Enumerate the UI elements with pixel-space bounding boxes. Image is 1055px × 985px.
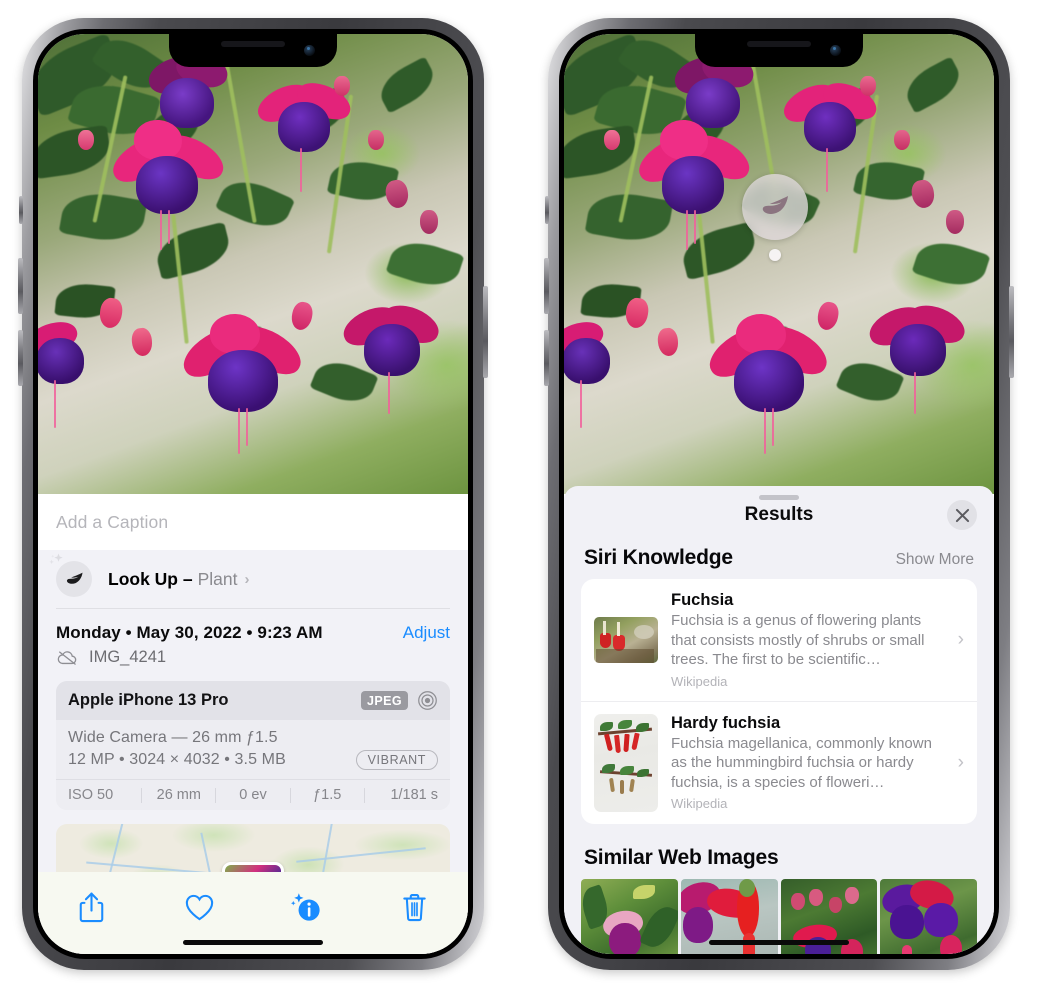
look-up-label: Look Up – (108, 568, 193, 589)
results-header: Results (564, 486, 994, 544)
leaf-icon (49, 553, 92, 597)
specs-line: 12 MP • 3024 × 4032 • 3.5 MB (68, 751, 286, 768)
photo-fuchsia-plant[interactable] (38, 34, 468, 494)
heart-icon (185, 894, 213, 920)
camera-badges: JPEG (361, 690, 438, 711)
trash-icon (403, 893, 426, 921)
knowledge-title: Hardy fuchsia (671, 713, 781, 732)
knowledge-thumbnail (594, 616, 658, 663)
knowledge-source: Wikipedia (671, 673, 728, 689)
specs-line-row: 12 MP • 3024 × 4032 • 3.5 MB VIBRANT (68, 750, 438, 770)
chevron-right-icon: › (244, 570, 250, 588)
knowledge-source: Wikipedia (671, 796, 728, 812)
earpiece-speaker (747, 41, 811, 47)
volume-up-button[interactable] (18, 258, 23, 314)
photo-date: Monday • May 30, 2022 • 9:23 AM (56, 623, 323, 642)
front-camera (304, 45, 315, 56)
side-power-button[interactable] (483, 286, 488, 378)
lens-line: Wide Camera — 26 mm ƒ1.5 (68, 729, 278, 746)
similar-image-item[interactable] (581, 878, 678, 954)
left-phone-bezel: Add a Caption Look Up – Plant › Monday •… (33, 29, 473, 959)
camera-info-card: Apple iPhone 13 Pro JPEG Wide Camera — 2… (56, 681, 450, 810)
close-icon (955, 508, 969, 522)
volume-down-button[interactable] (18, 330, 23, 386)
file-row: IMG_4241 (38, 643, 468, 667)
screenshot-stage: Add a Caption Look Up – Plant › Monday •… (0, 0, 1055, 985)
share-button[interactable] (69, 886, 115, 928)
knowledge-thumbnail (594, 713, 658, 812)
chevron-right-icon: › (957, 628, 964, 650)
info-sparkle-icon (291, 893, 320, 921)
exif-shutter: 1/181 s (390, 787, 439, 803)
siri-knowledge-header: Siri Knowledge Show More (564, 544, 994, 579)
volume-up-button[interactable] (544, 258, 549, 314)
close-button[interactable] (947, 500, 977, 530)
knowledge-row[interactable]: Hardy fuchsia Fuchsia magellanica, commo… (581, 700, 977, 824)
exif-focal: 26 mm (156, 787, 201, 803)
adjust-button[interactable]: Adjust (403, 623, 450, 643)
file-name: IMG_4241 (89, 648, 167, 666)
right-phone-screen: Results Siri Knowledge Show More Fuchsia… (564, 34, 994, 954)
camera-card-header: Apple iPhone 13 Pro JPEG (56, 681, 450, 720)
info-button[interactable] (284, 886, 330, 928)
siri-knowledge-title: Siri Knowledge (584, 546, 733, 569)
right-iphone-device: Results Siri Knowledge Show More Fuchsia… (544, 18, 1014, 970)
format-badge: JPEG (361, 691, 408, 710)
silent-switch[interactable] (545, 196, 549, 224)
date-row: Monday • May 30, 2022 • 9:23 AM Adjust (38, 609, 468, 643)
earpiece-speaker (221, 41, 285, 47)
camera-card-body: Wide Camera — 26 mm ƒ1.5 12 MP • 3024 × … (56, 720, 450, 779)
exif-row: ISO 50 26 mm 0 ev ƒ1.5 1/181 s (56, 779, 450, 810)
side-power-button[interactable] (1009, 286, 1014, 378)
knowledge-text: Hardy fuchsia Fuchsia magellanica, commo… (671, 714, 941, 812)
left-iphone-device: Add a Caption Look Up – Plant › Monday •… (18, 18, 488, 970)
share-icon (79, 892, 104, 922)
knowledge-description: Fuchsia magellanica, commonly known as t… (671, 734, 932, 791)
left-phone-screen: Add a Caption Look Up – Plant › Monday •… (38, 34, 468, 954)
notch (169, 34, 337, 67)
knowledge-text: Fuchsia Fuchsia is a genus of flowering … (671, 591, 941, 689)
caption-placeholder[interactable]: Add a Caption (56, 512, 168, 533)
leaf-icon (762, 195, 789, 214)
chevron-right-icon: › (957, 751, 964, 773)
look-up-row[interactable]: Look Up – Plant › (38, 550, 468, 608)
home-indicator[interactable] (709, 940, 849, 945)
visual-look-up-badge[interactable] (742, 174, 808, 240)
notch (695, 34, 863, 67)
volume-down-button[interactable] (544, 330, 549, 386)
show-more-button[interactable]: Show More (896, 551, 974, 569)
sparkles-icon (49, 553, 63, 565)
knowledge-row[interactable]: Fuchsia Fuchsia is a genus of flowering … (581, 579, 977, 701)
favorite-button[interactable] (176, 886, 222, 928)
photo-info-sheet: Add a Caption Look Up – Plant › Monday •… (38, 494, 468, 954)
knowledge-title: Fuchsia (671, 591, 734, 609)
aperture-icon (418, 691, 437, 710)
results-sheet: Results Siri Knowledge Show More Fuchsia… (564, 486, 994, 954)
knowledge-description: Fuchsia is a genus of flowering plants t… (671, 612, 925, 668)
front-camera (830, 45, 841, 56)
style-badge: VIBRANT (355, 750, 438, 770)
look-up-subject: Plant (197, 568, 238, 589)
siri-knowledge-card: Fuchsia Fuchsia is a genus of flowering … (581, 579, 977, 824)
photo-fuchsia-plant[interactable] (564, 34, 994, 494)
similar-image-item[interactable] (880, 878, 977, 954)
exif-aperture: ƒ1.5 (313, 787, 342, 803)
exif-ev: 0 ev (239, 787, 267, 803)
similar-web-images-header: Similar Web Images (564, 824, 994, 879)
home-indicator[interactable] (183, 940, 323, 945)
camera-device-name: Apple iPhone 13 Pro (68, 691, 229, 709)
exif-iso: ISO 50 (68, 787, 114, 803)
similar-web-images-title: Similar Web Images (584, 845, 779, 869)
caption-row[interactable]: Add a Caption (38, 494, 468, 550)
silent-switch[interactable] (19, 196, 23, 224)
icloud-slash-icon (57, 651, 77, 665)
right-phone-bezel: Results Siri Knowledge Show More Fuchsia… (559, 29, 999, 959)
results-title: Results (744, 504, 814, 525)
visual-look-up-anchor-dot (769, 249, 781, 261)
look-up-label-group: Look Up – Plant › (108, 569, 249, 590)
delete-button[interactable] (391, 886, 437, 928)
